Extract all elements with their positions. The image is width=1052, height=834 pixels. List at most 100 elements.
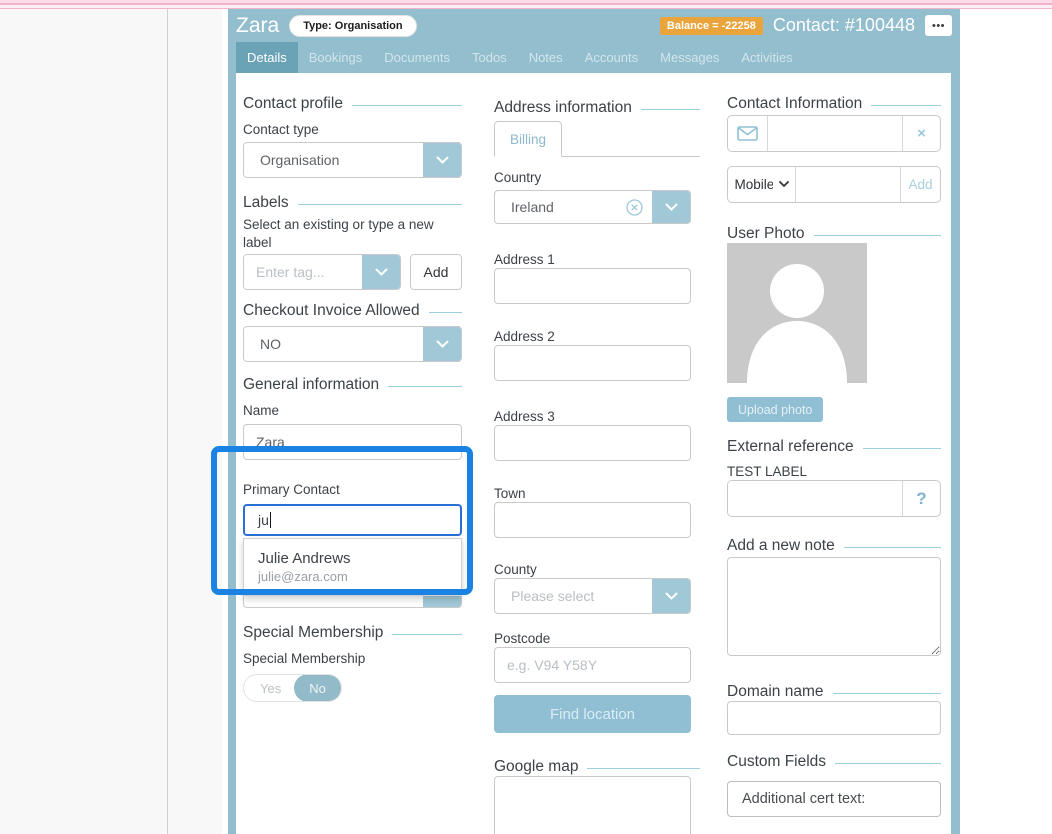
tab-billing[interactable]: Billing [494,121,562,157]
postcode-label: Postcode [494,631,700,647]
google-map-container[interactable] [494,776,691,834]
town-input[interactable] [494,502,691,538]
address1-input[interactable] [494,268,691,304]
heading-rule [392,634,462,635]
left-background-panel [0,9,222,834]
heading-rule [833,693,942,694]
contact-card: Zara Type: Organisation Balance = -22258… [228,9,960,834]
right-column: Contact Information × Mobile Add [727,73,941,817]
chevron-down-icon[interactable] [362,255,400,289]
find-location-button[interactable]: Find location [494,695,691,733]
general-information-heading: General information [243,376,462,394]
chevron-down-icon[interactable] [652,579,690,613]
postcode-input[interactable] [494,647,691,683]
custom-field-box[interactable]: Additional cert text: [727,781,941,817]
address-tab-bar: Billing [494,121,700,157]
phone-field-group: Mobile Add [727,166,941,203]
person-silhouette-icon [727,243,867,383]
tab-notes[interactable]: Notes [518,42,574,73]
phone-input[interactable] [796,167,900,202]
add-note-heading: Add a new note [727,537,941,555]
address3-input[interactable] [494,425,691,461]
special-membership-toggle[interactable]: Yes No [243,674,342,702]
vertical-divider [167,9,168,834]
custom-fields-heading: Custom Fields [727,753,941,771]
autocomplete-dropdown: Julie Andrews julie@zara.com [243,538,462,596]
address2-input[interactable] [494,345,691,381]
domain-name-input[interactable] [727,701,941,735]
suggestion-item[interactable]: Julie Andrews julie@zara.com [244,539,461,595]
checkout-invoice-select[interactable]: NO [243,326,462,362]
add-phone-button[interactable]: Add [900,167,940,202]
name-label: Name [243,403,462,419]
suggestion-name: Julie Andrews [244,539,461,569]
town-label: Town [494,486,700,502]
chevron-down-icon [779,181,789,188]
heading-rule [863,448,941,449]
email-input[interactable] [768,116,902,151]
contact-profile-heading: Contact profile [243,95,462,113]
chevron-down-icon[interactable] [652,191,690,223]
special-membership-label: Special Membership [243,651,462,667]
middle-column: Address information Billing Country Irel… [494,73,700,834]
clear-country-icon[interactable] [626,199,643,216]
envelope-icon [728,116,768,151]
tag-input[interactable] [244,255,362,289]
heading-rule [835,763,941,764]
domain-name-heading: Domain name [727,683,941,701]
tab-documents[interactable]: Documents [373,42,461,73]
name-input[interactable] [243,424,462,460]
suggestion-email: julie@zara.com [244,569,461,595]
help-button[interactable]: ? [902,481,940,516]
heading-rule [641,109,700,110]
page: Zara Type: Organisation Balance = -22258… [0,0,1052,834]
left-column: Contact profile Contact type Organisatio… [243,73,462,702]
balance-badge: Balance = -22258 [660,17,763,35]
primary-contact-input[interactable]: ju [243,504,462,536]
contact-name-title: Zara [236,15,279,36]
clear-email-button[interactable]: × [902,116,940,151]
toggle-no-option[interactable]: No [294,674,341,702]
labels-helper-text: Select an existing or type a new label [243,216,462,252]
country-select[interactable]: Ireland [494,190,691,224]
tab-bookings[interactable]: Bookings [298,42,373,73]
chevron-down-icon[interactable] [423,327,461,361]
upload-photo-button[interactable]: Upload photo [727,397,823,422]
contact-type-select[interactable]: Organisation [243,142,462,178]
heading-rule [814,235,941,236]
user-photo-placeholder [727,243,867,383]
tag-combobox[interactable] [243,254,401,290]
primary-contact-label: Primary Contact [243,482,462,498]
more-options-button[interactable]: ••• [925,15,952,36]
address-information-heading: Address information [494,99,700,117]
heading-rule [871,105,941,106]
contact-type-badge: Type: Organisation [289,15,416,37]
add-tag-button[interactable]: Add [410,254,462,290]
contact-information-heading: Contact Information [727,95,941,113]
tab-bar: Details Bookings Documents Todos Notes A… [228,42,960,73]
tab-activities[interactable]: Activities [730,42,803,73]
note-textarea[interactable] [727,557,941,656]
heading-rule [844,547,941,548]
county-select[interactable]: Please select [494,578,691,614]
county-label: County [494,562,700,578]
google-map-heading: Google map [494,758,700,776]
contact-id: Contact: #100448 [773,15,915,36]
tab-details[interactable]: Details [236,42,298,73]
toggle-yes-option[interactable]: Yes [244,681,294,696]
phone-type-select[interactable]: Mobile [728,167,796,202]
text-cursor [270,512,272,528]
special-membership-heading: Special Membership [243,624,462,642]
chevron-down-icon[interactable] [423,143,461,177]
heading-rule [298,204,462,205]
heading-rule [352,105,462,106]
tab-todos[interactable]: Todos [461,42,518,73]
tag-row: Add [243,254,462,290]
tab-accounts[interactable]: Accounts [574,42,649,73]
tab-messages[interactable]: Messages [649,42,730,73]
address3-label: Address 3 [494,409,700,425]
top-pink-bar [0,0,1052,9]
address1-label: Address 1 [494,252,700,268]
email-field-group: × [727,115,941,152]
external-reference-input[interactable] [728,481,902,516]
